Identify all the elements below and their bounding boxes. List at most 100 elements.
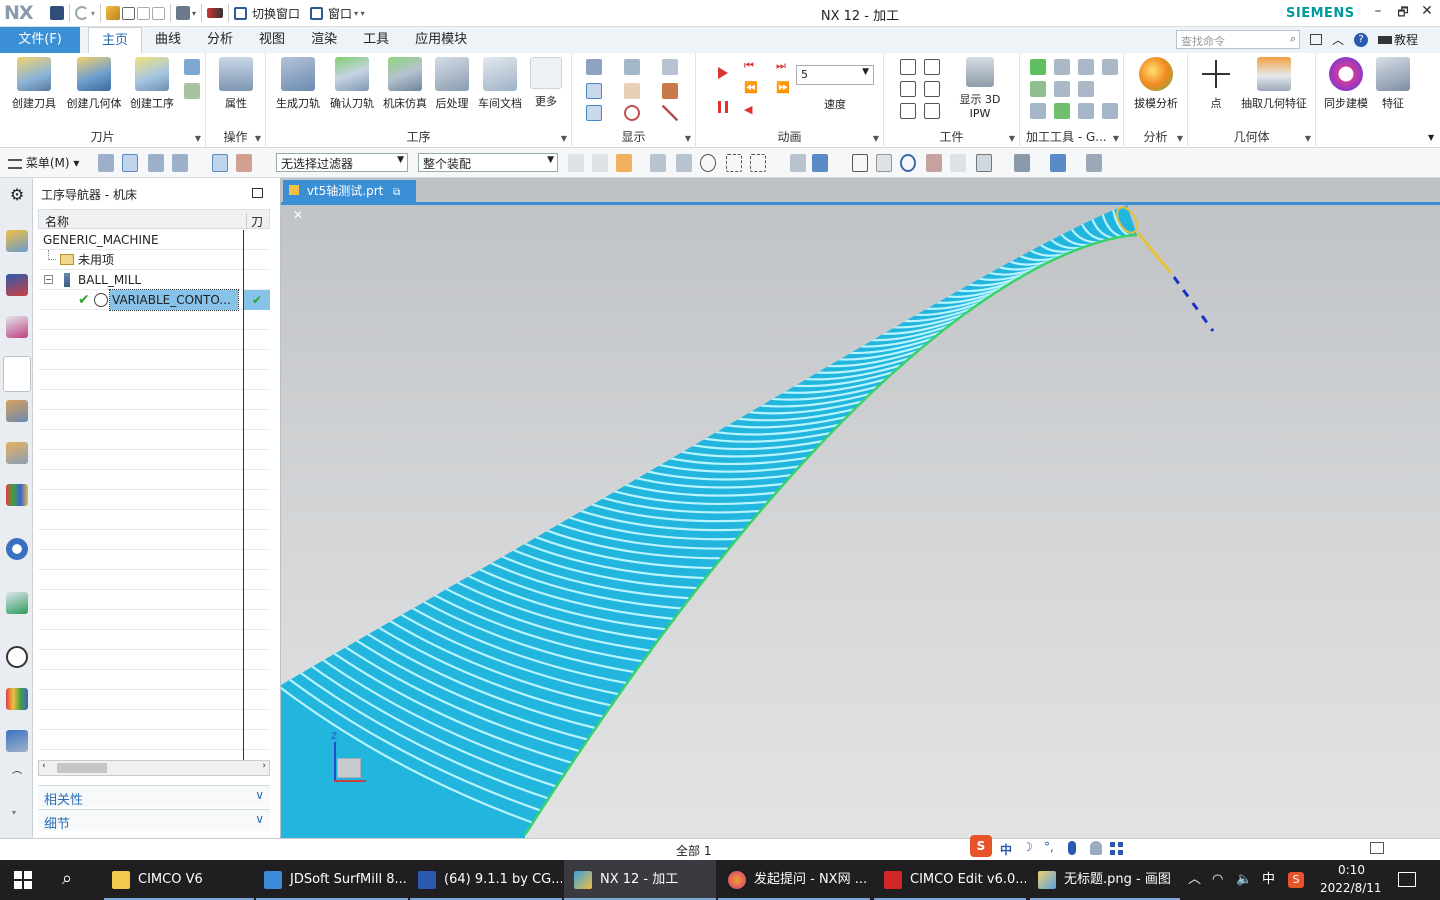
touch-mode-icon[interactable] — [207, 8, 224, 18]
mt-4-icon[interactable] — [1102, 59, 1118, 75]
scroll-right-icon[interactable]: › — [262, 761, 266, 771]
selection-filter-select[interactable]: 无选择过滤器 ▼ — [276, 153, 408, 172]
details-panel[interactable]: 细节 ∨ — [38, 809, 270, 832]
taskbar-item-cimco-edit[interactable]: CIMCO Edit v6.0... — [874, 860, 1026, 900]
display-line-icon[interactable] — [662, 105, 678, 121]
view-render-icon[interactable] — [1014, 154, 1030, 172]
snap-c-icon[interactable] — [616, 154, 632, 172]
operation-nav-icon[interactable] — [3, 356, 31, 392]
extract-geometry-button[interactable]: 抽取几何特征 — [1238, 57, 1310, 111]
clock-date[interactable]: 2022/8/11 — [1320, 881, 1382, 895]
display-list-icon[interactable] — [662, 59, 678, 75]
speed-dropdown-icon[interactable]: ▼ — [862, 67, 869, 77]
column-name-header[interactable]: 名称 — [45, 213, 69, 230]
tutorial-button[interactable]: 教程 — [1378, 31, 1418, 48]
fullscreen-icon[interactable] — [1370, 842, 1384, 854]
tree-row-unused[interactable]: 未用项 — [38, 250, 270, 270]
assembly-nav-icon[interactable] — [6, 230, 28, 252]
sync-modeling-button[interactable]: 同步建模 — [1318, 57, 1374, 111]
machine-library-icon[interactable] — [6, 484, 28, 506]
mt-3-icon[interactable] — [1078, 59, 1094, 75]
shop-doc-button[interactable]: 车间文档 — [474, 57, 526, 111]
taskbar-item-cimco-v6[interactable]: CIMCO V6 — [104, 860, 254, 900]
taskbar-item-nx[interactable]: NX 12 - 加工 — [564, 860, 716, 900]
tree-row-variable-contour[interactable]: ✔ VARIABLE_CONTO... ✔ — [38, 289, 270, 311]
display-layout-icon[interactable] — [624, 59, 640, 75]
repeat-command-icon[interactable] — [176, 6, 191, 20]
snap-g-icon[interactable] — [726, 154, 742, 172]
view-section-icon[interactable] — [950, 154, 966, 172]
view-pan-icon[interactable] — [926, 154, 942, 172]
dependencies-panel[interactable]: 相关性 ∨ — [38, 785, 270, 808]
group-geometry-dropdown-icon[interactable]: ▼ — [1305, 134, 1311, 143]
wifi-icon[interactable]: ◠ — [1212, 860, 1223, 900]
tab-tools[interactable]: 工具 — [350, 27, 402, 53]
group-analysis-dropdown-icon[interactable]: ▼ — [1177, 134, 1183, 143]
paste-icon[interactable] — [137, 6, 151, 20]
constraint-nav-icon[interactable] — [6, 274, 28, 296]
mt-10-icon[interactable] — [1078, 103, 1094, 119]
doc-tab[interactable]: vt5轴测试.prt ⧉ ✕ — [283, 180, 416, 222]
history-icon[interactable] — [6, 592, 28, 614]
snap-d-icon[interactable] — [650, 154, 666, 172]
display-point-icon[interactable] — [624, 105, 640, 121]
tray-chevron-icon[interactable]: ︿ — [1188, 860, 1201, 900]
view-more-icon[interactable] — [1086, 154, 1102, 172]
feature-button[interactable]: 特征 — [1370, 57, 1416, 111]
workpiece-a-icon[interactable] — [900, 59, 916, 75]
rewind-icon[interactable]: ⏪ — [744, 81, 760, 97]
tray-sogou-icon[interactable]: S — [1288, 872, 1304, 888]
view-layer-icon[interactable] — [976, 154, 992, 172]
save-icon[interactable] — [50, 6, 64, 20]
tab-file[interactable]: 文件(F) — [0, 27, 80, 53]
tab-analysis[interactable]: 分析 — [194, 27, 246, 53]
snap-f-icon[interactable] — [700, 154, 716, 172]
resource-bar-scroll-icon[interactable]: ▾ — [12, 808, 16, 817]
view-program-icon[interactable] — [98, 154, 114, 172]
view-a-icon[interactable] — [790, 154, 806, 172]
create-program-icon[interactable] — [184, 83, 200, 99]
pause-icon[interactable] — [718, 101, 728, 113]
assembly-scope-chevron-icon[interactable]: ▼ — [547, 155, 554, 165]
step-back-icon[interactable]: ⏮ — [744, 59, 760, 75]
show-ipw-button[interactable]: 显示 3D IPW — [948, 57, 1012, 120]
assembly-scope-select[interactable]: 整个装配 ▼ — [418, 153, 558, 172]
step-fwd-icon[interactable]: ⏭ — [776, 59, 792, 75]
chevron-down-icon[interactable]: ∨ — [255, 788, 264, 802]
ime-mic-icon[interactable] — [1068, 841, 1076, 855]
start-button[interactable] — [14, 871, 32, 889]
ime-sogou-icon[interactable]: S — [970, 835, 992, 857]
point-button[interactable]: 点 — [1190, 57, 1242, 111]
view-zoom-icon[interactable] — [876, 154, 892, 172]
collapse-toggle-icon[interactable]: − — [44, 275, 53, 284]
taskbar-item-firefox[interactable]: 发起提问 - NX网 ... — [718, 860, 870, 900]
view-fit-icon[interactable] — [852, 154, 868, 172]
tab-home[interactable]: 主页 — [88, 27, 143, 53]
tab-curve[interactable]: 曲线 — [142, 27, 194, 53]
search-icon[interactable]: ⌕ — [62, 868, 72, 889]
ime-moon-icon[interactable]: ☽ — [1022, 840, 1033, 854]
switch-window-button[interactable]: 切换窗口 — [252, 5, 300, 22]
window-icon[interactable] — [310, 6, 324, 20]
display-blank-icon[interactable] — [586, 83, 602, 99]
navigator-maximize-button[interactable] — [252, 188, 263, 198]
play-icon[interactable] — [718, 67, 728, 79]
help-icon[interactable]: ? — [1354, 32, 1369, 47]
draft-analysis-button[interactable]: 拔模分析 — [1130, 57, 1182, 111]
machine-sim-button[interactable]: 机床仿真 — [379, 57, 431, 111]
mt-9-icon[interactable] — [1054, 103, 1070, 119]
settings-icon[interactable]: ⚙ — [6, 184, 28, 206]
workpiece-e-icon[interactable] — [900, 103, 916, 119]
mt-8-icon[interactable] — [1030, 103, 1046, 119]
view-orient-icon[interactable] — [1050, 154, 1066, 172]
chevron-down-icon[interactable]: ∨ — [255, 812, 264, 826]
view-method-icon[interactable] — [172, 154, 188, 172]
group-operation-dropdown-icon[interactable]: ▼ — [255, 134, 261, 143]
taskbar-item-vericut[interactable]: (64) 9.1.1 by CG... — [410, 860, 562, 900]
volume-icon[interactable]: 🔈 — [1236, 860, 1252, 900]
create-geometry-button[interactable]: 创建几何体 — [64, 57, 124, 111]
verify-path-button[interactable]: 确认刀轨 — [326, 57, 378, 111]
window-menu[interactable]: 窗口 — [328, 5, 352, 22]
snap-b-icon[interactable] — [592, 154, 608, 172]
command-search-input[interactable]: 查找命令 ⌕ — [1176, 30, 1300, 49]
